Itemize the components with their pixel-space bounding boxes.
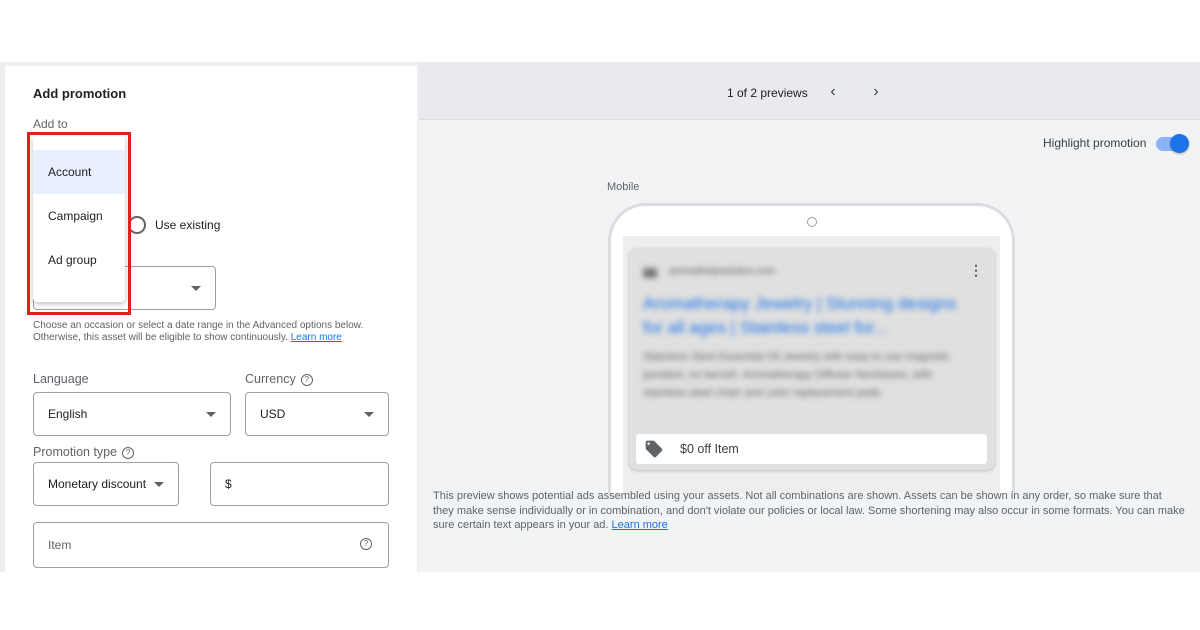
language-value: English — [48, 407, 88, 421]
promotion-extension: $0 off Item — [636, 434, 987, 464]
tag-icon — [645, 440, 663, 458]
amount-prefix: $ — [225, 477, 232, 491]
device-label: Mobile — [607, 181, 640, 193]
help-icon[interactable]: ? — [122, 446, 135, 459]
preview-header: 1 of 2 previews ‹ › — [419, 62, 1200, 120]
camera-icon — [807, 217, 817, 227]
item-field[interactable]: Item ? — [33, 522, 389, 568]
dropdown-caret-icon — [191, 286, 201, 291]
ad-description: Stainless Steel Essential Oil Jewelry wi… — [643, 351, 950, 399]
occasion-helper-text: Choose an occasion or select a date rang… — [33, 320, 364, 343]
learn-more-link[interactable]: Learn more — [291, 332, 342, 343]
language-label: Language — [33, 372, 89, 386]
dropdown-caret-icon — [206, 412, 216, 417]
currency-label: Currency? — [245, 372, 313, 386]
currency-value: USD — [260, 407, 286, 421]
add-to-label: Add to — [33, 117, 68, 131]
promotion-editor: Add promotion Add to Use existing Choose… — [0, 62, 1200, 572]
preview-disclaimer: This preview shows potential ads assembl… — [433, 490, 1185, 531]
ad-card: aromathelpsolution.com ⋮ Aromatherapy Je… — [629, 248, 995, 470]
phone-screen: aromathelpsolution.com ⋮ Aromatherapy Je… — [623, 236, 1000, 493]
help-icon[interactable]: ? — [300, 373, 313, 386]
more-vert-icon[interactable]: ⋮ — [969, 262, 983, 279]
promotion-type-select[interactable]: Monetary discount — [33, 462, 179, 506]
favicon — [643, 268, 657, 278]
preview-panel: 1 of 2 previews ‹ › Highlight promotion … — [419, 62, 1200, 572]
highlight-promotion-label: Highlight promotion — [1043, 136, 1147, 150]
help-icon[interactable]: ? — [360, 538, 372, 550]
mobile-phone-frame: aromathelpsolution.com ⋮ Aromatherapy Je… — [608, 203, 1015, 493]
form-panel: Add promotion Add to Use existing Choose… — [5, 66, 417, 572]
learn-more-link[interactable]: Learn more — [612, 519, 668, 531]
chevron-right-icon[interactable]: › — [866, 82, 886, 102]
promotion-type-value: Monetary discount — [48, 477, 147, 491]
dropdown-caret-icon — [364, 412, 374, 417]
use-existing-label: Use existing — [155, 218, 221, 232]
promotion-type-label: Promotion type? — [33, 445, 135, 459]
chevron-left-icon[interactable]: ‹ — [823, 82, 843, 102]
language-select[interactable]: English — [33, 392, 231, 436]
highlight-annotation-box — [27, 132, 131, 315]
preview-pager-text: 1 of 2 previews — [727, 86, 808, 100]
amount-field[interactable]: $ — [210, 462, 389, 506]
panel-title: Add promotion — [33, 86, 127, 101]
ad-headline: Aromatherapy Jewelry | Stunning designs … — [643, 294, 957, 337]
currency-select[interactable]: USD — [245, 392, 389, 436]
promotion-text: $0 off Item — [680, 442, 739, 456]
ad-url: aromathelpsolution.com — [669, 266, 776, 277]
item-placeholder: Item — [48, 538, 72, 552]
toggle-knob[interactable] — [1170, 134, 1189, 153]
dropdown-caret-icon — [154, 482, 164, 487]
